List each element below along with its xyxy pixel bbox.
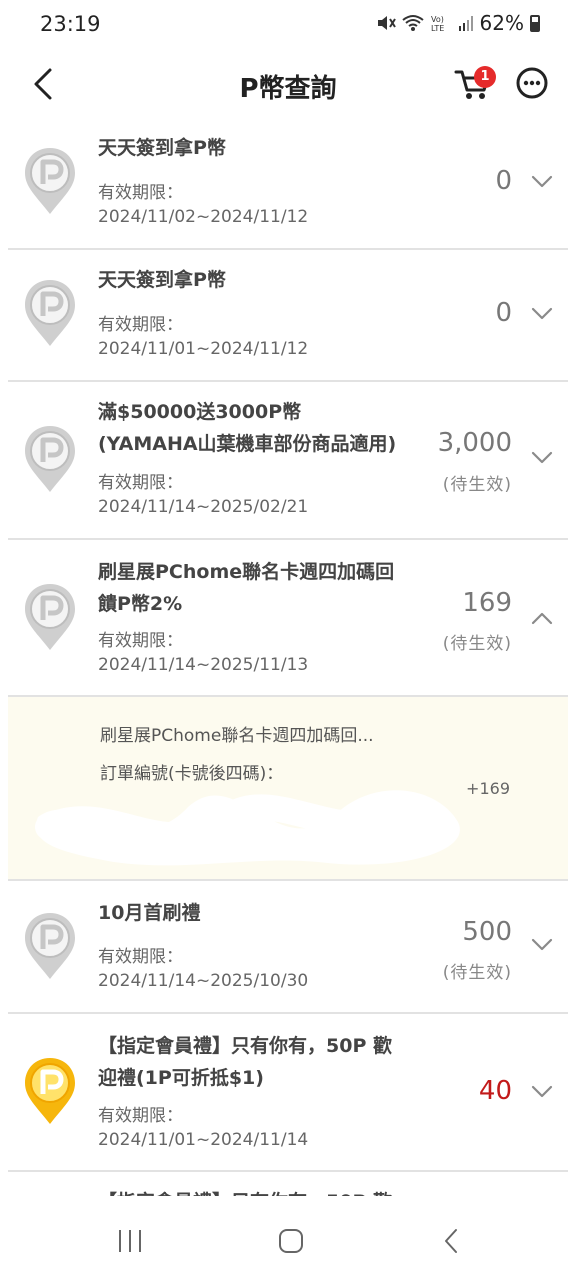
chevron-down-icon[interactable] xyxy=(530,1080,554,1104)
pending-status: (待生效) xyxy=(442,963,512,983)
validity-label: 有效期限： xyxy=(98,473,183,493)
p-coin-gold-icon xyxy=(22,1056,78,1126)
pcoin-card[interactable]: 刷星展PChome聯名卡週四加碼回饋P幣2% 有效期限： 2024/11/14~… xyxy=(8,540,568,697)
pending-status: (待生效) xyxy=(442,475,512,495)
card-amount: 40 xyxy=(478,1076,512,1106)
validity-period: 2024/11/01~2024/11/12 xyxy=(98,339,309,359)
mute-icon xyxy=(377,16,396,30)
validity-period: 2024/11/01~2024/11/14 xyxy=(98,1130,309,1150)
cart-badge: 1 xyxy=(474,66,496,88)
recents-icon xyxy=(119,1230,141,1252)
battery-percent: 62% xyxy=(479,11,524,35)
validity-period: 2024/11/14~2025/02/21 xyxy=(98,497,309,517)
chevron-up-icon[interactable] xyxy=(530,606,554,630)
recents-button[interactable] xyxy=(110,1226,150,1256)
p-coin-gray-icon xyxy=(22,582,78,652)
p-coin-gray-icon xyxy=(22,911,78,981)
home-button[interactable] xyxy=(271,1226,311,1256)
validity-label: 有效期限： xyxy=(98,631,183,651)
svg-text:Vo): Vo) xyxy=(431,15,444,24)
validity-period: 2024/11/14~2025/11/13 xyxy=(98,655,309,675)
svg-text:LTE: LTE xyxy=(431,24,444,32)
system-nav-bar xyxy=(0,1196,576,1280)
more-icon xyxy=(516,67,548,99)
wifi-icon xyxy=(401,15,424,31)
volte-icon: Vo)LTE xyxy=(431,15,444,32)
app-header: P幣查詢 1 xyxy=(0,52,576,118)
status-bar: 23:19 Vo) LTE 62% xyxy=(0,0,576,50)
battery-icon xyxy=(530,14,540,32)
card-title: 滿$50000送3000P幣(YAMAHA山葉機車部份商品適用) xyxy=(98,401,397,455)
detail-panel: 刷星展PChome聯名卡週四加碼回... 訂單編號(卡號後四碼)： +169 xyxy=(8,697,568,881)
chevron-down-icon[interactable] xyxy=(530,933,554,957)
home-icon xyxy=(279,1229,303,1253)
validity-label: 有效期限： xyxy=(98,183,183,203)
card-amount: 0 xyxy=(495,166,512,196)
back-icon xyxy=(445,1229,457,1253)
pcoin-card[interactable]: 滿$50000送3000P幣(YAMAHA山葉機車部份商品適用) 有效期限： 2… xyxy=(8,382,568,540)
validity-period: 2024/11/02~2024/11/12 xyxy=(98,207,309,227)
status-time: 23:19 xyxy=(40,12,101,36)
status-icons: Vo) LTE 62% xyxy=(376,11,540,35)
card-amount: 500 xyxy=(462,917,512,947)
card-title: 【指定會員禮】只有你有，50P 歡迎禮(1P可折抵$1) xyxy=(98,1035,392,1089)
p-coin-gray-icon xyxy=(22,424,78,494)
detail-title: 刷星展PChome聯名卡週四加碼回... xyxy=(100,726,374,746)
card-title: 天天簽到拿P幣 xyxy=(98,269,226,291)
pcoin-card[interactable]: 10月首刷禮 有效期限： 2024/11/14~2025/10/30 500 (… xyxy=(8,881,568,1014)
card-title: 天天簽到拿P幣 xyxy=(98,137,226,159)
chevron-down-icon[interactable] xyxy=(530,170,554,194)
validity-label: 有效期限： xyxy=(98,947,183,967)
card-amount: 0 xyxy=(495,298,512,328)
pcoin-card[interactable]: 【指定會員禮】只有你有，50P 歡迎禮(1P可折抵$1) 有效期限： 2024/… xyxy=(8,1014,568,1172)
p-coin-gray-icon xyxy=(22,278,78,348)
chevron-down-icon[interactable] xyxy=(530,302,554,326)
pending-status: (待生效) xyxy=(442,634,512,654)
p-coin-gray-icon xyxy=(22,146,78,216)
chevron-down-icon[interactable] xyxy=(530,446,554,470)
card-amount: 3,000 xyxy=(437,428,512,458)
nav-back-button[interactable] xyxy=(432,1226,472,1256)
signal-icon xyxy=(458,16,473,31)
validity-label: 有效期限： xyxy=(98,1106,183,1126)
validity-period: 2024/11/14~2025/10/30 xyxy=(98,971,309,991)
more-button[interactable] xyxy=(515,66,549,100)
card-title: 刷星展PChome聯名卡週四加碼回饋P幣2% xyxy=(98,561,395,615)
pcoin-card[interactable]: 天天簽到拿P幣 有效期限： 2024/11/02~2024/11/12 0 xyxy=(8,120,568,250)
redaction-scribble xyxy=(35,790,460,866)
card-amount: 169 xyxy=(462,588,512,618)
pcoin-card[interactable]: 天天簽到拿P幣 有效期限： 2024/11/01~2024/11/12 0 xyxy=(8,250,568,382)
validity-label: 有效期限： xyxy=(98,315,183,335)
card-title: 10月首刷禮 xyxy=(98,902,201,924)
